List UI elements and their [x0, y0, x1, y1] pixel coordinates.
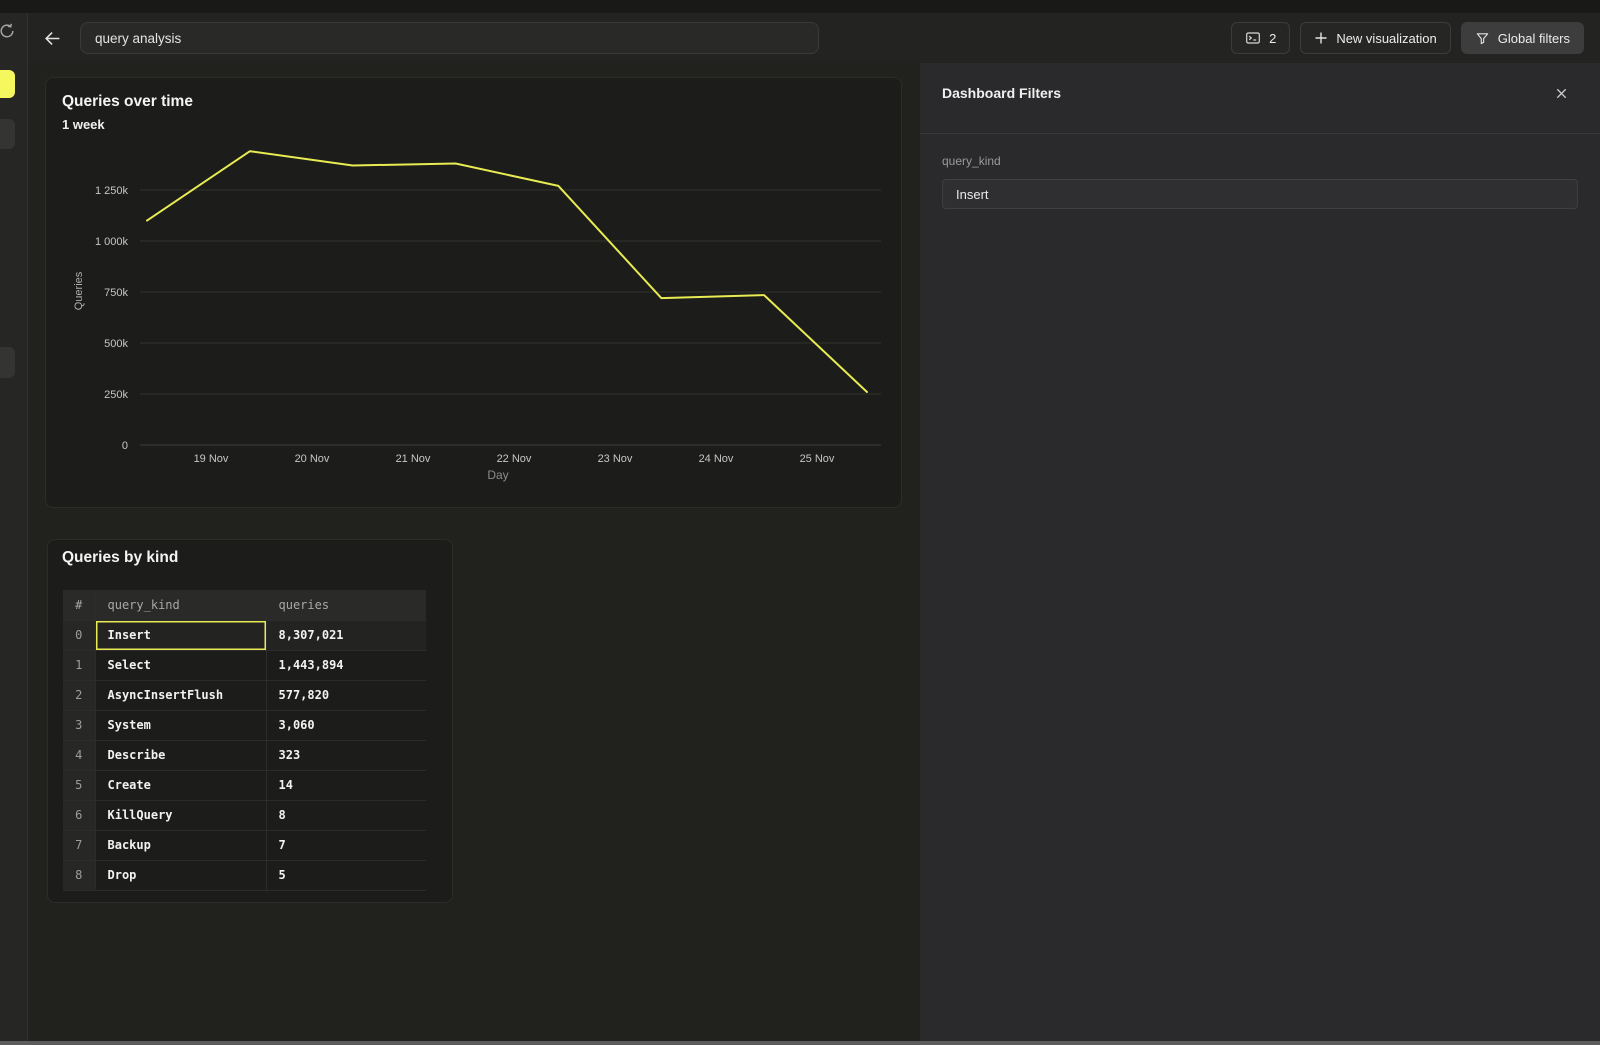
sidebar-item[interactable]: [0, 347, 15, 378]
new-visualization-button[interactable]: New visualization: [1300, 22, 1450, 54]
y-tick-label: 1 000k: [95, 236, 129, 248]
chart-card: Queries over time 1 week 0 250k 500k 750k 1 …: [45, 77, 902, 508]
queries-value-cell[interactable]: 5: [266, 860, 426, 890]
query-kind-cell[interactable]: Select: [95, 650, 266, 680]
queries-value-cell[interactable]: 7: [266, 830, 426, 860]
dashboard-filters-panel: Dashboard Filters query_kind Insert: [920, 63, 1600, 1045]
topbar: 2 New visualization Global filters: [28, 13, 1600, 63]
chart-title: Queries over time: [62, 93, 193, 111]
history-icon[interactable]: [0, 22, 16, 40]
table-title: Queries by kind: [62, 549, 178, 567]
queries-value-cell[interactable]: 8: [266, 800, 426, 830]
column-header-index[interactable]: #: [63, 590, 95, 620]
row-index-cell: 4: [63, 740, 95, 770]
plus-icon: [1314, 31, 1328, 45]
table-row: 7Backup7: [63, 830, 426, 860]
table-row: 3System3,060: [63, 710, 426, 740]
row-index-cell: 7: [63, 830, 95, 860]
x-tick-label: 22 Nov: [497, 453, 532, 465]
global-filters-label: Global filters: [1498, 31, 1570, 46]
table-card: Queries by kind # query_kind queries 0In…: [47, 539, 453, 903]
queries-value-cell[interactable]: 323: [266, 740, 426, 770]
y-tick-label: 500k: [104, 338, 128, 350]
x-tick-label: 23 Nov: [598, 453, 633, 465]
row-index-cell: 0: [63, 620, 95, 650]
y-tick-label: 750k: [104, 287, 128, 299]
row-index-cell: 3: [63, 710, 95, 740]
x-axis-label: Day: [487, 468, 508, 482]
sidebar-item-active[interactable]: [0, 70, 15, 98]
y-tick-label: 250k: [104, 389, 128, 401]
topbar-actions: 2 New visualization Global filters: [1231, 22, 1584, 54]
row-index-cell: 6: [63, 800, 95, 830]
sidebar: [0, 13, 28, 1045]
console-count-label: 2: [1269, 31, 1276, 46]
table-row: 2AsyncInsertFlush577,820: [63, 680, 426, 710]
query-kind-cell[interactable]: Drop: [95, 860, 266, 890]
queries-table-body: 0Insert8,307,0211Select1,443,8942AsyncIn…: [63, 620, 426, 890]
chart-line: [147, 151, 867, 392]
filter-value-input[interactable]: Insert: [942, 179, 1578, 209]
x-tick-label: 20 Nov: [295, 453, 330, 465]
query-kind-cell[interactable]: Create: [95, 770, 266, 800]
y-tick-label: 1 250k: [95, 185, 129, 197]
query-kind-cell[interactable]: AsyncInsertFlush: [95, 680, 266, 710]
queries-value-cell[interactable]: 577,820: [266, 680, 426, 710]
query-kind-cell[interactable]: Insert: [95, 620, 266, 650]
row-index-cell: 1: [63, 650, 95, 680]
panel-divider: [920, 133, 1600, 134]
queries-line-chart: 0 250k 500k 750k 1 000k 1 250k 19 Nov 20 Nov 21 …: [46, 78, 901, 507]
table-row: 0Insert8,307,021: [63, 620, 426, 650]
chart-subtitle: 1 week: [62, 117, 105, 132]
query-kind-cell[interactable]: Describe: [95, 740, 266, 770]
queries-value-cell[interactable]: 3,060: [266, 710, 426, 740]
filter-value-text: Insert: [956, 187, 989, 202]
table-row: 6KillQuery8: [63, 800, 426, 830]
column-header-queries[interactable]: queries: [266, 590, 426, 620]
y-axis-label: Queries: [73, 271, 85, 310]
global-filters-button[interactable]: Global filters: [1461, 22, 1584, 54]
row-index-cell: 5: [63, 770, 95, 800]
dashboard-canvas: Queries over time 1 week 0 250k 500k 750k 1 …: [28, 63, 920, 1045]
app-root: 2 New visualization Global filters Queri…: [0, 0, 1600, 1045]
x-tick-label: 25 Nov: [800, 453, 835, 465]
table-row: 5Create14: [63, 770, 426, 800]
query-kind-cell[interactable]: System: [95, 710, 266, 740]
sidebar-item[interactable]: [0, 119, 15, 149]
table-header: # query_kind queries: [63, 590, 426, 620]
filter-field-label: query_kind: [942, 154, 1001, 168]
window-top-edge: [0, 0, 1600, 13]
x-tick-label: 24 Nov: [699, 453, 734, 465]
row-index-cell: 2: [63, 680, 95, 710]
query-kind-cell[interactable]: Backup: [95, 830, 266, 860]
column-header-query-kind[interactable]: query_kind: [95, 590, 266, 620]
bottom-window-edge: [0, 1041, 1600, 1045]
new-visualization-label: New visualization: [1336, 31, 1436, 46]
query-kind-cell[interactable]: KillQuery: [95, 800, 266, 830]
x-tick-label: 21 Nov: [396, 453, 431, 465]
close-icon[interactable]: [1552, 86, 1570, 104]
y-tick-label: 0: [122, 440, 128, 452]
queries-value-cell[interactable]: 14: [266, 770, 426, 800]
dashboard-title-input[interactable]: [80, 22, 819, 54]
table-row: 4Describe323: [63, 740, 426, 770]
x-tick-label: 19 Nov: [194, 453, 229, 465]
table-row: 8Drop5: [63, 860, 426, 890]
table-row: 1Select1,443,894: [63, 650, 426, 680]
queries-value-cell[interactable]: 1,443,894: [266, 650, 426, 680]
console-count-button[interactable]: 2: [1231, 22, 1290, 54]
back-button[interactable]: [39, 25, 65, 51]
queries-value-cell[interactable]: 8,307,021: [266, 620, 426, 650]
arrow-left-icon: [43, 29, 62, 48]
queries-table: # query_kind queries 0Insert8,307,0211Se…: [63, 590, 426, 891]
funnel-icon: [1475, 31, 1490, 46]
filters-panel-title: Dashboard Filters: [942, 85, 1061, 101]
row-index-cell: 8: [63, 860, 95, 890]
console-icon: [1245, 30, 1261, 46]
